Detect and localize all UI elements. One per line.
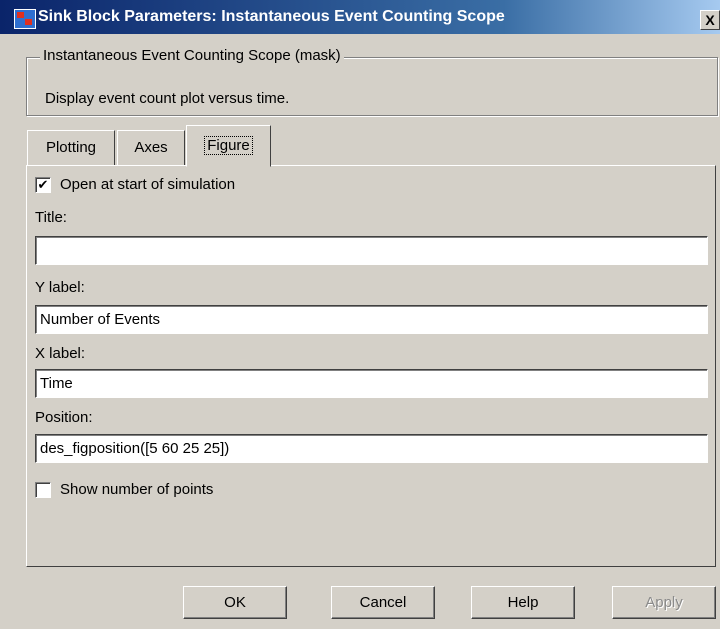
ylabel-label: Y label: [35,279,85,296]
title-label: Title: [35,209,67,226]
mask-description-text: Display event count plot versus time. [45,90,290,107]
window-title: Sink Block Parameters: Instantaneous Eve… [38,8,505,25]
position-field[interactable]: des_figposition([5 60 25 25]) [35,434,708,463]
simulink-block-icon [14,9,36,29]
cancel-button[interactable]: Cancel [331,586,435,619]
apply-button[interactable]: Apply [612,586,716,619]
open-at-start-checkbox[interactable]: ✔ [35,177,51,193]
dialog-window: Sink Block Parameters: Instantaneous Eve… [0,0,720,629]
mask-description-group [26,57,718,116]
position-label: Position: [35,409,93,426]
tab-plotting[interactable]: Plotting [27,130,115,166]
tab-axes[interactable]: Axes [117,130,185,166]
tab-axes-label: Axes [134,139,168,156]
xlabel-field[interactable]: Time [35,369,708,398]
tab-figure-label: Figure [204,136,253,155]
title-field[interactable] [35,236,708,265]
close-button[interactable]: X [700,10,720,30]
mask-group-legend: Instantaneous Event Counting Scope (mask… [40,47,344,64]
xlabel-label: X label: [35,345,86,362]
open-at-start-label: Open at start of simulation [60,176,236,193]
ok-button[interactable]: OK [183,586,287,619]
tab-figure[interactable]: Figure [186,125,271,167]
show-points-checkbox[interactable] [35,482,51,498]
help-button[interactable]: Help [471,586,575,619]
title-bar[interactable]: Sink Block Parameters: Instantaneous Eve… [0,0,720,34]
show-points-label: Show number of points [60,481,214,498]
ylabel-field[interactable]: Number of Events [35,305,708,334]
tab-plotting-label: Plotting [45,139,97,156]
figure-tab-panel [26,165,716,567]
